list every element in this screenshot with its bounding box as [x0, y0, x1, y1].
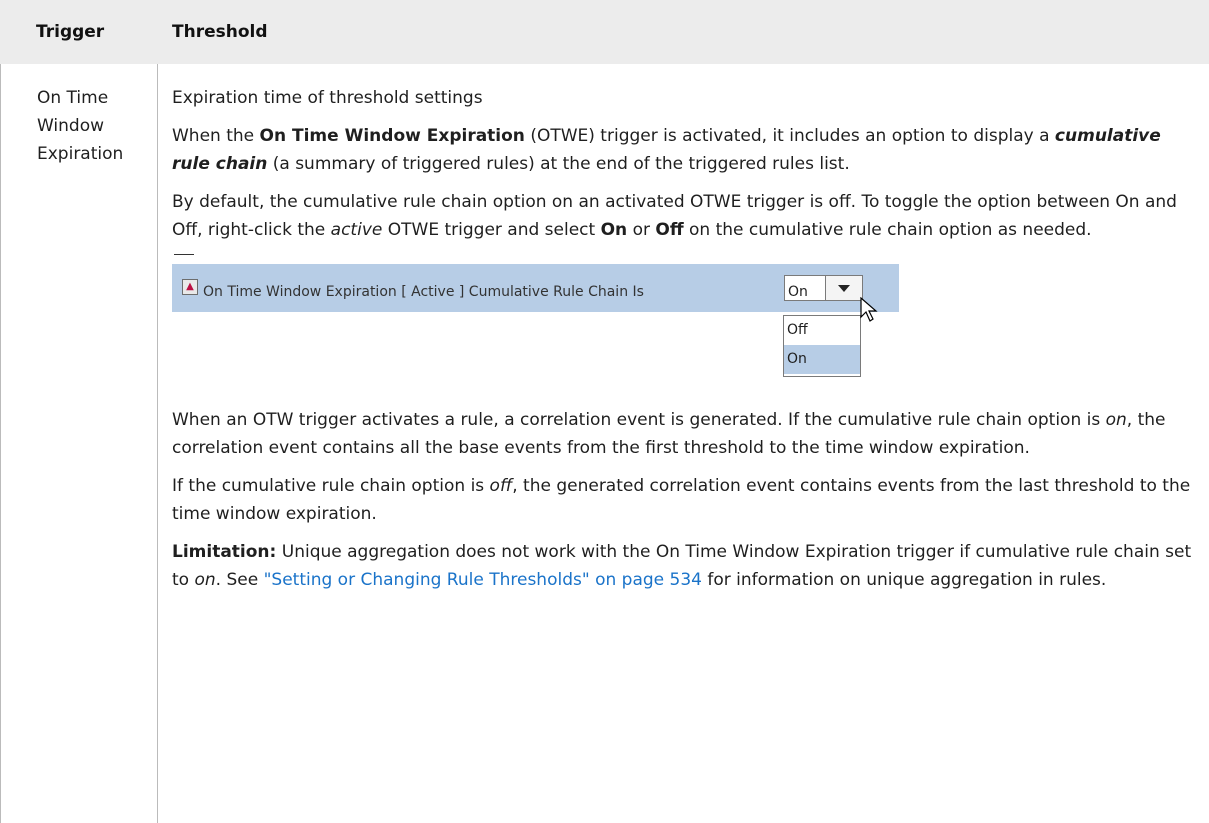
table-left-border [0, 64, 1, 823]
thresholds-link[interactable]: "Setting or Changing Rule Thresholds" on… [264, 570, 702, 590]
header-threshold: Threshold [172, 22, 268, 42]
threshold-cell: Expiration time of threshold settings Wh… [172, 84, 1192, 604]
paragraph-default: By default, the cumulative rule chain op… [172, 192, 1177, 240]
cursor-icon [860, 297, 878, 322]
table-header: Trigger Threshold [0, 0, 1209, 64]
paragraph-intro: Expiration time of threshold settings [172, 88, 483, 108]
chevron-down-icon[interactable] [825, 276, 862, 300]
trigger-line: Expiration [37, 144, 124, 164]
paragraph-off: If the cumulative rule chain option is o… [172, 476, 1191, 524]
trigger-cell: On Time Window Expiration [37, 84, 147, 168]
cumulative-chain-select[interactable]: On [784, 275, 863, 301]
select-value: On [788, 284, 808, 300]
trigger-icon: ▲ [182, 279, 198, 295]
trigger-bar-label: On Time Window Expiration [ Active ] Cum… [203, 284, 644, 300]
trigger-bar[interactable]: ▲ On Time Window Expiration [ Active ] C… [172, 264, 899, 312]
embedded-screenshot: ▲ On Time Window Expiration [ Active ] C… [172, 254, 1192, 400]
dropdown-list: Off On [783, 315, 861, 377]
option-on[interactable]: On [784, 345, 860, 374]
paragraph-otwe: When the On Time Window Expiration (OTWE… [172, 126, 1161, 174]
divider [174, 254, 194, 255]
paragraph-otw: When an OTW trigger activates a rule, a … [172, 410, 1166, 458]
option-off[interactable]: Off [784, 316, 860, 345]
trigger-line: On Time [37, 88, 109, 108]
header-trigger: Trigger [36, 22, 105, 42]
trigger-line: Window [37, 116, 105, 136]
column-divider [157, 64, 158, 823]
paragraph-limitation: Limitation: Unique aggregation does not … [172, 542, 1192, 590]
